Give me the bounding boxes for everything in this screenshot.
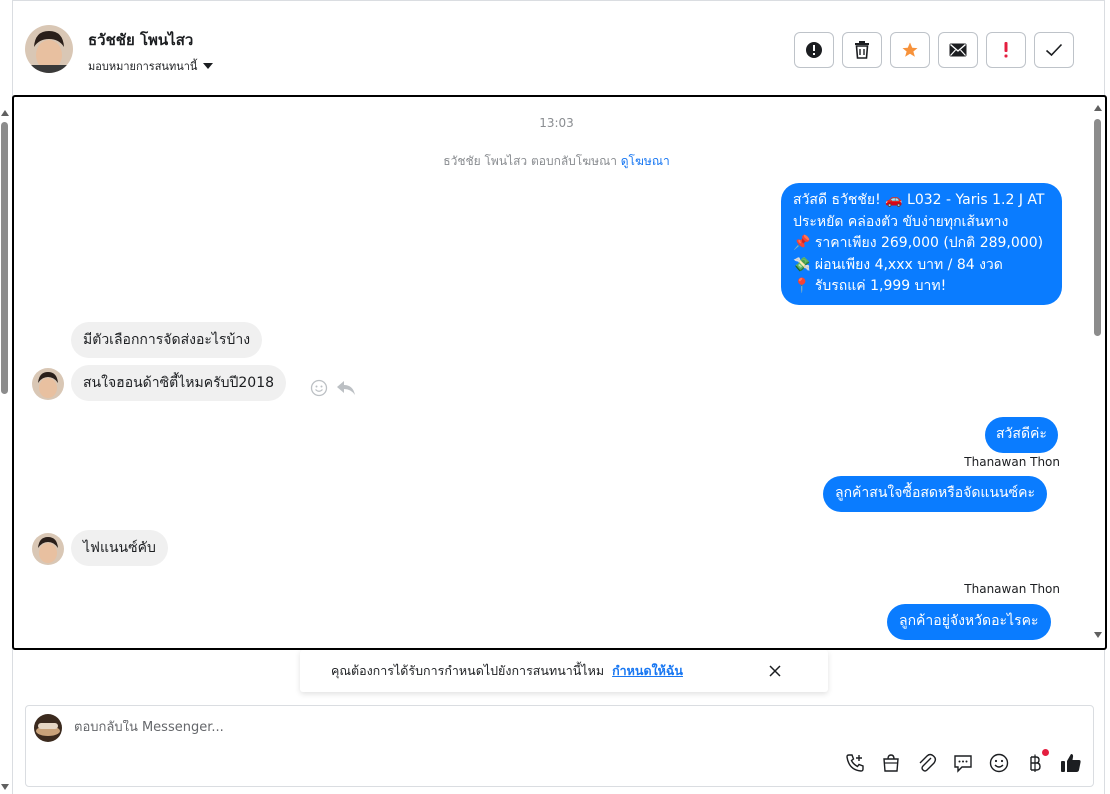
thumbs-up-icon[interactable]	[1060, 752, 1082, 774]
outgoing-message[interactable]: สวัสดีค่ะ	[985, 417, 1058, 453]
contact-avatar[interactable]	[25, 25, 73, 73]
phone-add-icon[interactable]	[844, 752, 866, 774]
scroll-down-arrow-icon[interactable]	[1094, 632, 1102, 638]
agent-name: Thanawan Thon	[964, 582, 1060, 596]
message-actions	[310, 379, 356, 397]
ad-reply-note: ธวัชชัย โพนไสว ตอบกลับโฆษณา ดูโฆษณา	[14, 152, 1099, 171]
outgoing-message-ad[interactable]: สวัสดี ธวัชชัย! 🚗 L032 - Yaris 1.2 J AT …	[781, 183, 1062, 305]
page-avatar	[34, 714, 62, 742]
assign-conversation-dropdown[interactable]: มอบหมายการสนทนานี้	[88, 57, 214, 75]
assign-label: มอบหมายการสนทนานี้	[88, 60, 198, 73]
incoming-message[interactable]: ไฟแนนซ์คับ	[71, 530, 168, 566]
view-ad-link[interactable]: ดูโฆษณา	[621, 154, 670, 168]
emoji-icon[interactable]	[988, 752, 1010, 774]
trash-icon	[855, 41, 869, 59]
priority-button[interactable]	[986, 32, 1026, 68]
incoming-message[interactable]: สนใจฮอนด้าซิตี้ไหมครับปี2018	[71, 365, 287, 401]
scroll-up-arrow-icon[interactable]	[1, 110, 9, 116]
envelope-icon	[949, 43, 967, 57]
shopping-bag-icon[interactable]	[880, 752, 902, 774]
star-icon	[902, 42, 918, 57]
done-button[interactable]	[1034, 32, 1074, 68]
delete-button[interactable]	[842, 32, 882, 68]
react-emoji-icon[interactable]	[310, 379, 328, 397]
ad-reply-text: ธวัชชัย โพนไสว ตอบกลับโฆษณา	[443, 154, 617, 168]
assign-to-me-link[interactable]: กำหนดให้ฉัน	[612, 661, 683, 681]
assign-banner: คุณต้องการได้รับการกำหนดไปยังการสนทนานี้…	[300, 650, 828, 692]
ad-line: 💸 ผ่อนเพียง 4,xxx บาท / 84 งวด	[793, 256, 1003, 273]
star-button[interactable]	[890, 32, 930, 68]
message-composer	[25, 705, 1094, 787]
conversation-header: ธวัชชัย โพนไสว มอบหมายการสนทนานี้	[13, 1, 1104, 93]
close-icon[interactable]	[768, 664, 782, 678]
mail-button[interactable]	[938, 32, 978, 68]
reply-input[interactable]	[74, 720, 774, 735]
outgoing-message[interactable]: ลูกค้าสนใจซื้อสดหรือจัดแนนซ์คะ	[823, 476, 1047, 512]
header-actions	[794, 32, 1074, 68]
exclamation-circle-icon	[806, 42, 822, 58]
contact-name: ธวัชชัย โพนไสว	[88, 31, 194, 49]
sender-avatar[interactable]	[32, 533, 64, 565]
page-scrollbar[interactable]	[0, 100, 10, 794]
outgoing-message[interactable]: ลูกค้าอยู่จังหวัดอะไรคะ	[887, 604, 1051, 640]
scroll-down-arrow-icon[interactable]	[1, 784, 9, 790]
caret-down-icon	[203, 63, 214, 69]
paperclip-icon[interactable]	[916, 752, 938, 774]
scrollbar-thumb[interactable]	[1, 122, 8, 394]
composer-tools	[844, 749, 1082, 774]
sender-avatar[interactable]	[32, 368, 64, 400]
alert-button[interactable]	[794, 32, 834, 68]
scrollbar-thumb[interactable]	[1094, 119, 1101, 336]
incoming-message[interactable]: มีตัวเลือกการจัดส่งอะไรบ้าง	[71, 322, 263, 358]
chat-scrollbar[interactable]	[1093, 101, 1103, 646]
message-timestamp: 13:03	[539, 116, 574, 130]
ad-line: 📍 รับรถแค่ 1,999 บาท!	[793, 278, 947, 294]
ad-line: 📌 ราคาเพียง 269,000 (ปกติ 289,000)	[793, 235, 1044, 251]
ad-line: ประหยัด คล่องตัว ขับง่ายทุกเส้นทาง	[793, 213, 1009, 230]
ad-line: สวัสดี ธวัชชัย! 🚗 L032 - Yaris 1.2 J AT	[793, 192, 1045, 208]
notification-dot	[1042, 749, 1049, 756]
agent-name: Thanawan Thon	[964, 455, 1060, 469]
baht-icon[interactable]	[1024, 749, 1049, 774]
chat-thread[interactable]: 13:03 ธวัชชัย โพนไสว ตอบกลับโฆษณา ดูโฆษณ…	[12, 95, 1107, 650]
scroll-up-arrow-icon[interactable]	[1094, 105, 1102, 111]
exclamation-icon	[1004, 42, 1008, 58]
check-icon	[1045, 43, 1063, 57]
assign-prompt-text: คุณต้องการได้รับการกำหนดไปยังการสนทนานี้…	[331, 663, 605, 678]
chat-bubble-icon[interactable]	[952, 752, 974, 774]
reply-icon[interactable]	[336, 379, 356, 397]
